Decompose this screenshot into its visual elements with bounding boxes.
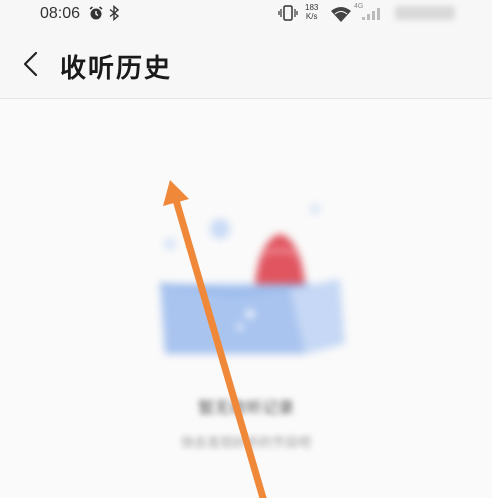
network-speed-unit: K/s <box>305 12 318 21</box>
status-bar: 08:06 183 K/s 4G <box>0 0 492 30</box>
wifi-icon <box>331 7 351 22</box>
battery-icon <box>395 6 455 20</box>
empty-state-subtitle: 快去发现好听的节目吧 <box>180 436 311 451</box>
alarm-icon <box>89 6 103 20</box>
empty-state: 暂无收听记录 快去发现好听的节目吧 <box>0 99 492 498</box>
vibrate-icon <box>278 5 298 21</box>
page-title: 收听历史 <box>60 54 173 84</box>
empty-state-title: 暂无收听记录 <box>197 398 294 417</box>
bluetooth-icon <box>109 5 120 21</box>
status-time: 08:06 <box>40 5 81 22</box>
chevron-left-icon[interactable] <box>20 50 42 78</box>
network-speed: 183 K/s <box>305 3 318 21</box>
empty-box-illustration <box>159 204 345 354</box>
title-bar: 收听历史 <box>0 30 492 99</box>
signal-icon <box>362 8 380 20</box>
network-speed-value: 183 <box>305 3 319 12</box>
